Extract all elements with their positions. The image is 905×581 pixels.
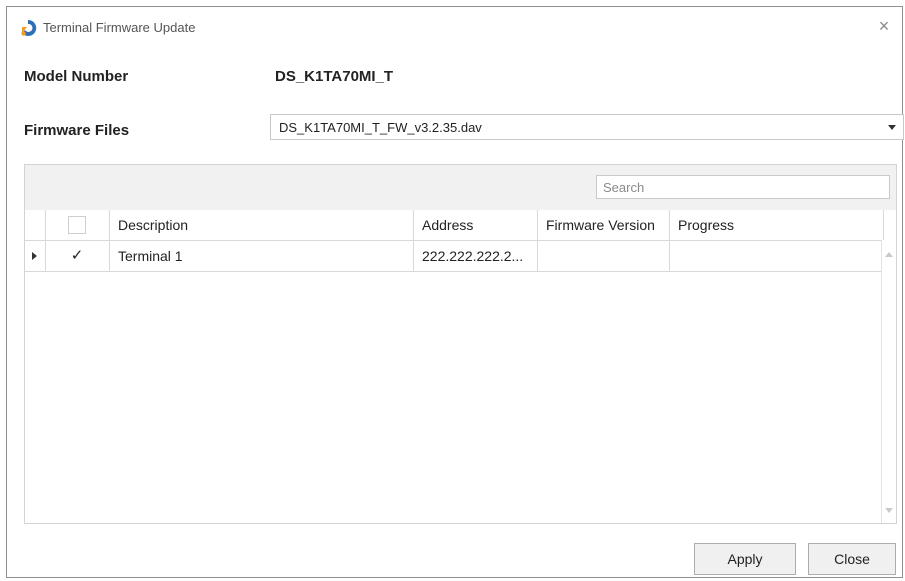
- search-input[interactable]: [596, 175, 890, 199]
- app-logo-icon: [19, 19, 37, 37]
- scroll-down-icon[interactable]: [885, 508, 893, 513]
- model-number-label: Model Number: [24, 68, 129, 85]
- firmware-files-select[interactable]: DS_K1TA70MI_T_FW_v3.2.35.dav: [270, 114, 904, 140]
- row-indicator-cell: [25, 241, 46, 271]
- select-all-checkbox[interactable]: [68, 216, 86, 234]
- close-button[interactable]: Close: [808, 543, 896, 575]
- row-indicator-icon: [32, 252, 37, 260]
- row-checkbox[interactable]: ✓: [68, 247, 86, 265]
- table-header: Description Address Firmware Version Pro…: [25, 210, 896, 241]
- title-bar: Terminal Firmware Update ×: [7, 7, 902, 47]
- window-title: Terminal Firmware Update: [43, 20, 196, 35]
- cell-progress: [670, 241, 884, 271]
- apply-button[interactable]: Apply: [694, 543, 796, 575]
- cell-firmware-version: [538, 241, 670, 271]
- vertical-scrollbar[interactable]: [881, 240, 896, 523]
- close-icon[interactable]: ×: [874, 16, 894, 36]
- column-header-progress[interactable]: Progress: [670, 210, 884, 240]
- cell-description: Terminal 1: [110, 241, 414, 271]
- firmware-files-label: Firmware Files: [24, 122, 130, 139]
- firmware-files-selected-value: DS_K1TA70MI_T_FW_v3.2.35.dav: [279, 120, 482, 135]
- table-row[interactable]: ✓ Terminal 1 222.222.222.2...: [25, 241, 896, 272]
- header-select-all-cell: [46, 210, 110, 240]
- model-number-value: DS_K1TA70MI_T: [275, 68, 394, 85]
- column-header-firmware-version[interactable]: Firmware Version: [538, 210, 670, 240]
- header-indicator-cell: [25, 210, 46, 240]
- scroll-up-icon[interactable]: [885, 252, 893, 257]
- terminal-grid: Description Address Firmware Version Pro…: [24, 164, 897, 524]
- cell-address: 222.222.222.2...: [414, 241, 538, 271]
- firmware-update-dialog: Terminal Firmware Update × Model Number …: [6, 6, 904, 578]
- column-header-address[interactable]: Address: [414, 210, 538, 240]
- grid-toolbar: [25, 165, 896, 211]
- chevron-down-icon: [888, 125, 896, 130]
- row-select-cell: ✓: [46, 241, 110, 271]
- column-header-description[interactable]: Description: [110, 210, 414, 240]
